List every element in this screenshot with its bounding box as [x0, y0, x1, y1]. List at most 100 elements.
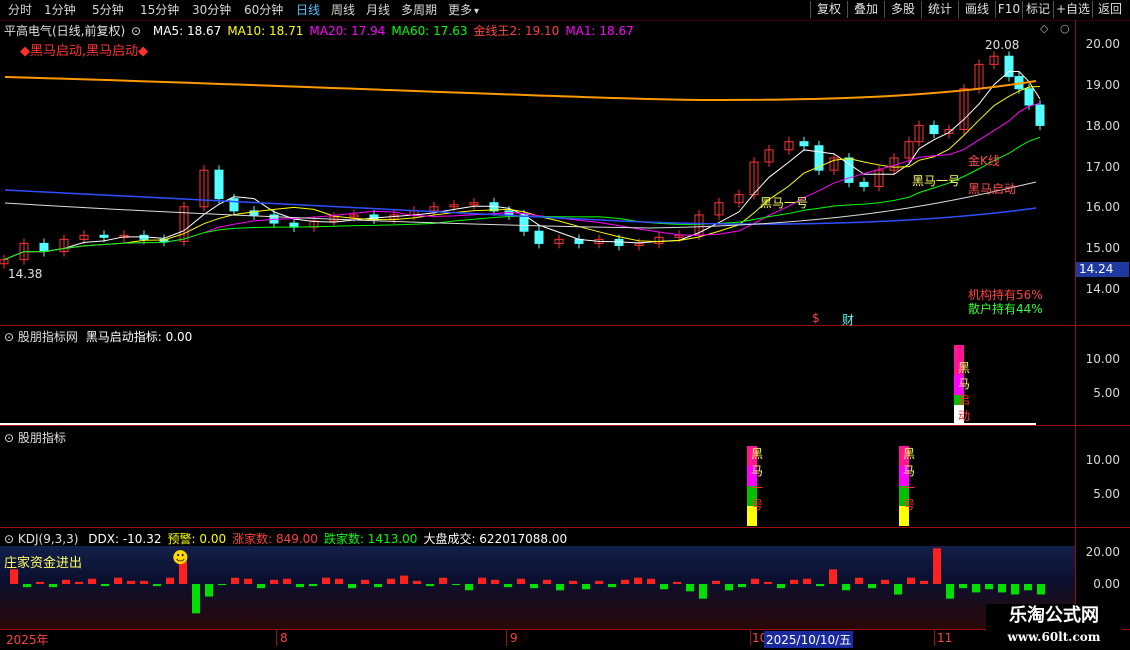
candle-body — [1035, 104, 1045, 126]
bar-char: 号 — [751, 498, 764, 512]
bar-char: 黑 — [903, 447, 916, 461]
period-tab-30min[interactable]: 30分钟 — [192, 2, 231, 18]
flow-bar — [348, 584, 356, 589]
f10-button[interactable]: F10 — [995, 1, 1022, 18]
flow-bar — [62, 579, 70, 584]
flow-bar — [920, 580, 928, 584]
period-tab-monthly[interactable]: 月线 — [366, 2, 390, 18]
flow-bar — [439, 577, 447, 584]
pane2-tick: 10.00 — [1085, 352, 1120, 366]
period-tab-weekly[interactable]: 周线 — [331, 2, 355, 18]
period-tab-5min[interactable]: 5分钟 — [92, 2, 124, 18]
flow-bar — [855, 577, 863, 584]
flow-bar — [673, 581, 681, 584]
back-button[interactable]: 返回 — [1092, 1, 1127, 18]
flow-bar — [933, 548, 941, 584]
flow-bar — [114, 577, 122, 584]
period-tab-fenshi[interactable]: 分时 — [8, 2, 32, 18]
period-tab-daily[interactable]: 日线 — [296, 2, 320, 18]
flow-bar — [296, 584, 304, 588]
flow-bar — [426, 584, 434, 587]
overlay-button[interactable]: 叠加 — [847, 1, 884, 18]
flow-bar — [556, 584, 564, 591]
heima-start-chart[interactable] — [0, 326, 1075, 425]
flow-bar — [153, 584, 161, 587]
date-label: 2025年 — [6, 633, 49, 647]
flow-bar — [634, 577, 642, 584]
bar-char: 启 — [958, 393, 971, 407]
flow-bar — [751, 578, 759, 584]
period-tab-15min[interactable]: 15分钟 — [140, 2, 179, 18]
date-tick — [934, 630, 935, 646]
flow-bar — [231, 577, 239, 584]
flow-bar — [283, 578, 291, 584]
flow-bar — [881, 579, 889, 584]
current-price-tag: 14.24 — [1076, 262, 1129, 277]
date-label: 8 — [280, 631, 288, 645]
flow-bar — [686, 584, 694, 592]
flow-bar — [166, 577, 174, 584]
period-tab-multi[interactable]: 多周期 — [401, 2, 437, 18]
bar-char: 一 — [903, 481, 916, 495]
flow-bar — [400, 575, 408, 584]
add-watchlist-button[interactable]: +自选 — [1053, 1, 1092, 18]
flow-bar — [959, 584, 967, 589]
flow-bar — [23, 584, 31, 588]
flow-bar — [192, 584, 200, 614]
flow-bar — [10, 569, 18, 584]
candle-body — [39, 242, 49, 253]
annotation-heima-start: 黑马启动 — [968, 182, 1017, 196]
price-tick: 18.00 — [1085, 119, 1120, 133]
flow-bar — [335, 578, 343, 584]
flow-bar — [504, 584, 512, 588]
candle-body — [1024, 88, 1034, 106]
flow-bar — [478, 577, 486, 584]
flow-bar — [218, 584, 226, 586]
flow-bar — [75, 581, 83, 584]
candle-body — [929, 124, 939, 135]
pane4-tick: 0.00 — [1093, 577, 1120, 591]
flow-bar — [205, 584, 213, 597]
flow-bar — [1024, 584, 1032, 591]
flow-bar — [829, 569, 837, 584]
pane4-title[interactable]: KDJ(9,3,3) — [18, 532, 79, 546]
capital-flow-chart[interactable] — [0, 546, 1075, 629]
annotation-heima-2: 黑马一号 — [912, 174, 961, 188]
period-tab-60min[interactable]: 60分钟 — [244, 2, 283, 18]
flow-bar — [985, 584, 993, 590]
kdj-legend-item: 大盘成交: 622017088.00 — [423, 532, 568, 546]
flow-bar — [452, 584, 460, 586]
heima-one-bar-label-1: 黑 马 一 号 — [751, 446, 763, 514]
flow-bar — [790, 579, 798, 584]
golden-line — [4, 76, 1037, 102]
high-price-label: 20.08 — [985, 38, 1020, 52]
date-tick — [506, 630, 507, 646]
pane-divider-3[interactable] — [0, 527, 1130, 528]
kdj-legend-item: DDX: -10.32 — [88, 532, 162, 546]
dividend-marker-icon[interactable]: $ — [812, 311, 820, 325]
kdj-legend-item: 预警: 0.00 — [167, 532, 227, 546]
capital-flow-label: 庄家资金进出 — [4, 556, 83, 571]
period-tab-more[interactable]: 更多 ▾ — [448, 2, 479, 18]
close-icon[interactable]: ⊙ — [4, 532, 14, 546]
pane4-header: ⊙ KDJ(9,3,3) DDX: -10.32 预警: 0.00 涨家数: 849… — [4, 530, 567, 547]
date-tick — [750, 630, 751, 646]
flow-bar — [49, 584, 57, 588]
flow-bar — [88, 578, 96, 584]
ma20-line — [3, 102, 1041, 261]
heima-start-bar-label: 黑 马 启 动 — [958, 360, 970, 424]
restore-right-button[interactable]: 复权 — [810, 1, 847, 18]
candle-body — [229, 198, 239, 212]
flow-bar — [595, 580, 603, 584]
draw-line-button[interactable]: 画线 — [958, 1, 995, 18]
kdj-legend-item: 涨家数: 849.00 — [232, 532, 318, 546]
mark-button[interactable]: 标记 — [1022, 1, 1053, 18]
multi-stock-button[interactable]: 多股 — [884, 1, 921, 18]
flow-bar — [738, 584, 746, 588]
statistics-button[interactable]: 统计 — [921, 1, 958, 18]
pane4-tick: 20.00 — [1085, 545, 1120, 559]
flow-bar — [907, 577, 915, 584]
flow-bar — [660, 584, 668, 590]
flow-bar — [894, 584, 902, 595]
period-tab-1min[interactable]: 1分钟 — [44, 2, 76, 18]
